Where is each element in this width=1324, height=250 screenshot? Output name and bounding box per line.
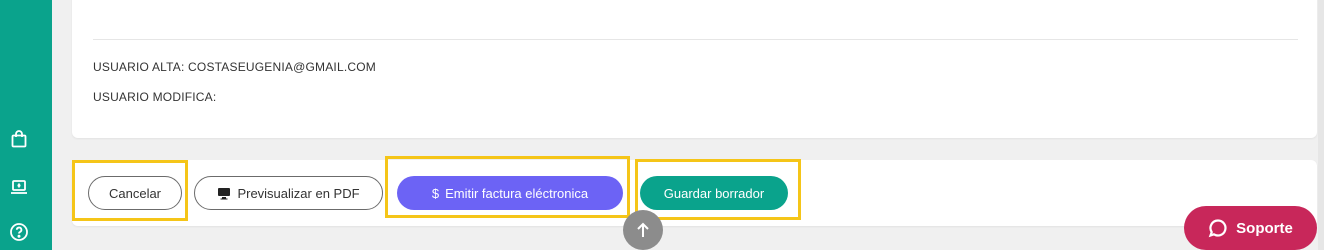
scrollbar[interactable] bbox=[1318, 0, 1324, 250]
highlight-box-cancel bbox=[72, 160, 188, 221]
modified-by-text: USUARIO MODIFICA: bbox=[93, 90, 217, 104]
support-label: Soporte bbox=[1236, 219, 1293, 237]
preview-pdf-label: Previsualizar en PDF bbox=[237, 185, 360, 201]
monitor-icon bbox=[217, 187, 231, 200]
chat-bubble-icon bbox=[1208, 218, 1228, 238]
support-button[interactable]: Soporte bbox=[1184, 206, 1317, 250]
preview-pdf-button[interactable]: Previsualizar en PDF bbox=[194, 176, 383, 210]
shopping-bag-icon[interactable] bbox=[9, 129, 29, 149]
highlight-box-save bbox=[635, 159, 801, 220]
scroll-to-top-button[interactable] bbox=[623, 210, 663, 250]
divider bbox=[93, 39, 1298, 40]
help-circle-icon[interactable] bbox=[9, 222, 29, 242]
created-by-text: USUARIO ALTA: COSTASEUGENIA@GMAIL.COM bbox=[93, 60, 376, 74]
highlight-box-emit bbox=[385, 156, 630, 218]
laptop-icon[interactable] bbox=[9, 177, 29, 197]
sidebar bbox=[0, 0, 52, 250]
record-info-card: USUARIO ALTA: COSTASEUGENIA@GMAIL.COM US… bbox=[72, 0, 1317, 138]
arrow-up-icon bbox=[636, 222, 650, 238]
